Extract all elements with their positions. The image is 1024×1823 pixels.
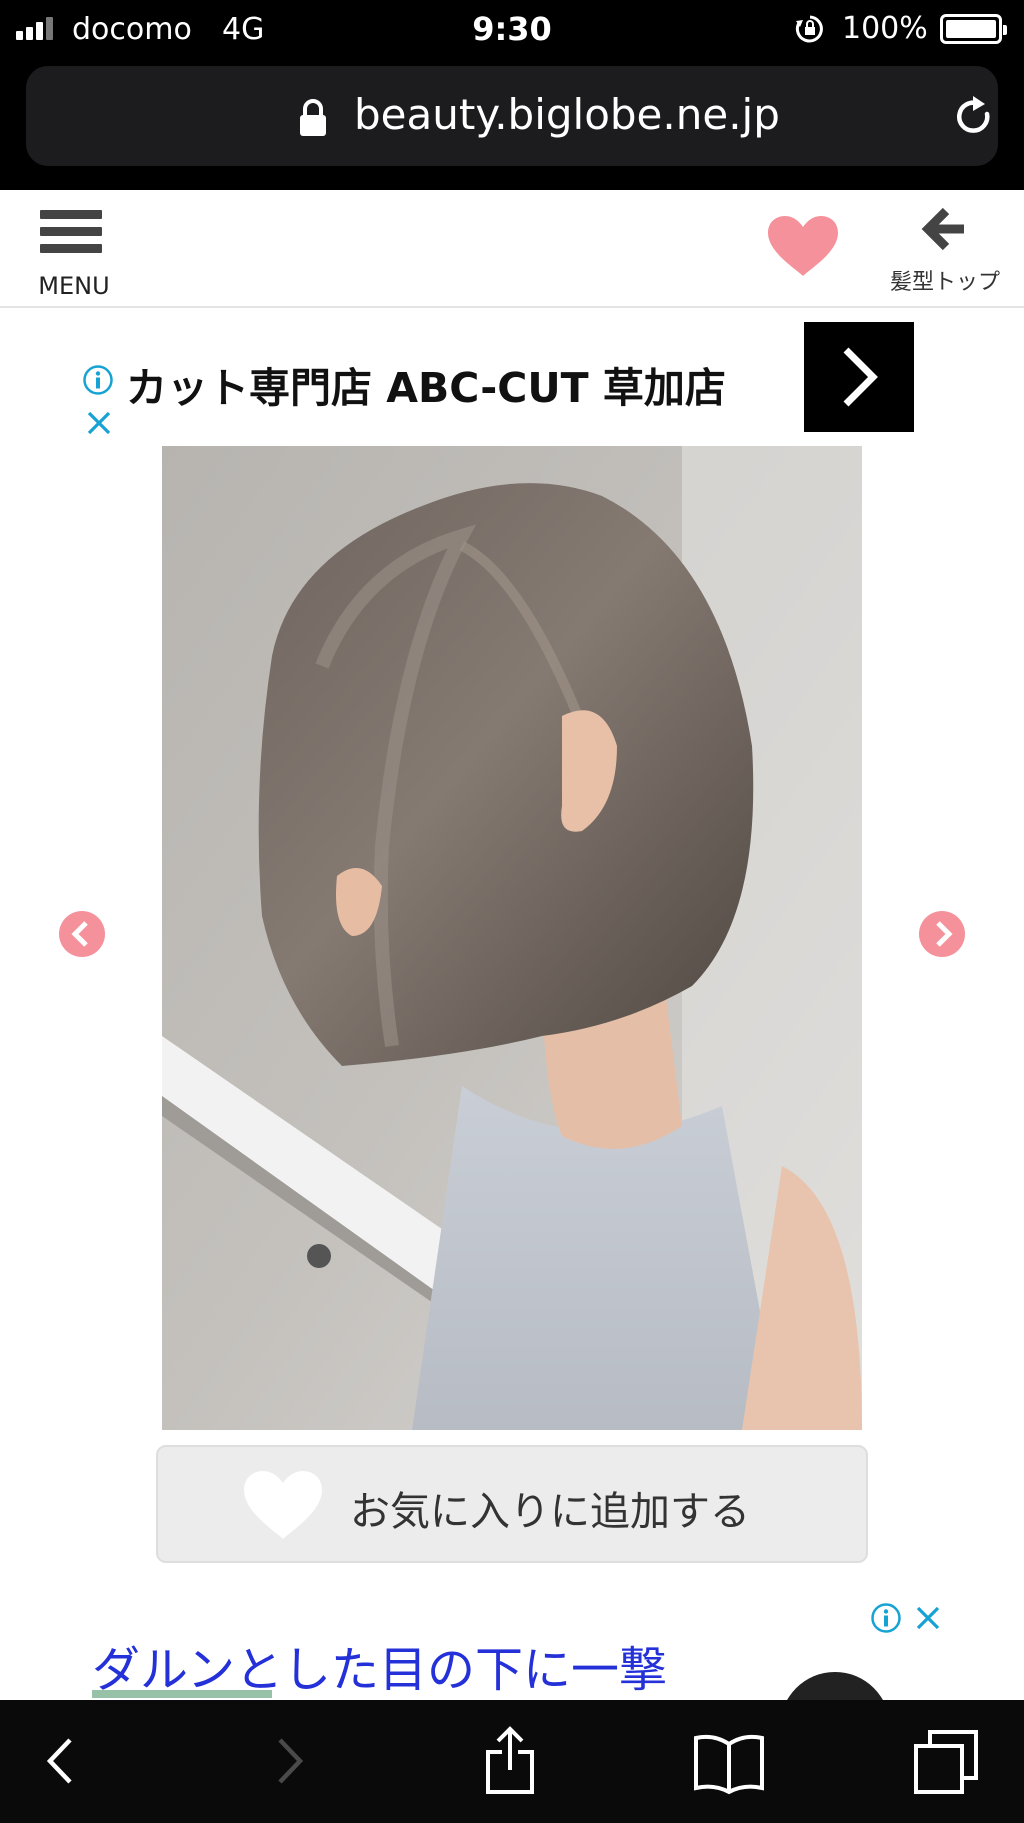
heart-icon[interactable]: [766, 214, 840, 278]
hairstyle-top-button[interactable]: 髪型トップ: [880, 204, 1010, 295]
status-bar: docomo 4G 9:30 100%: [0, 0, 1024, 60]
site-header: MENU 髪型トップ: [0, 190, 1024, 308]
add-to-favorites-button[interactable]: お気に入りに追加する: [156, 1445, 868, 1563]
menu-label: MENU: [38, 272, 110, 300]
share-icon[interactable]: [480, 1726, 540, 1796]
battery-icon: [940, 14, 1007, 44]
chevron-right-icon: [843, 347, 878, 407]
browser-address-bar: beauty.biglobe.ne.jp: [0, 60, 1024, 190]
close-icon[interactable]: [914, 1604, 942, 1632]
floating-button[interactable]: [780, 1672, 890, 1700]
back-arrow-icon: [921, 207, 964, 251]
menu-button[interactable]: MENU: [26, 210, 122, 300]
ad-banner-bottom[interactable]: ダルンとした目の下に一撃: [0, 1580, 1024, 1700]
ad-source-line: [92, 1690, 272, 1698]
tabs-icon[interactable]: [910, 1726, 982, 1796]
ad-open-button[interactable]: [804, 322, 914, 432]
url-field[interactable]: beauty.biglobe.ne.jp: [26, 66, 998, 166]
forward-icon[interactable]: [270, 1726, 310, 1796]
heart-icon: [244, 1471, 322, 1539]
battery-percent: 100%: [842, 11, 928, 46]
url-text: beauty.biglobe.ne.jp: [354, 90, 780, 139]
ad-banner-top[interactable]: カット専門店 ABC-CUT 草加店: [0, 310, 1024, 436]
add-to-favorites-label: お気に入りに追加する: [350, 1489, 750, 1535]
lock-rotation-icon: [795, 15, 823, 43]
close-icon[interactable]: [84, 408, 114, 438]
bookmarks-icon[interactable]: [692, 1726, 766, 1796]
padlock-icon: [300, 99, 326, 136]
browser-toolbar: [0, 1700, 1024, 1823]
chevron-left-circle-icon[interactable]: [58, 910, 106, 958]
back-icon[interactable]: [40, 1726, 80, 1796]
reload-icon[interactable]: [951, 94, 997, 140]
menu-icon: [40, 210, 102, 261]
ad-title[interactable]: カット専門店 ABC-CUT 草加店: [126, 354, 726, 414]
chevron-right-circle-icon[interactable]: [918, 910, 966, 958]
info-icon[interactable]: [82, 364, 114, 396]
info-icon[interactable]: [870, 1602, 902, 1634]
hairstyle-top-label: 髪型トップ: [889, 270, 1000, 295]
hairstyle-photo: [162, 446, 862, 1430]
